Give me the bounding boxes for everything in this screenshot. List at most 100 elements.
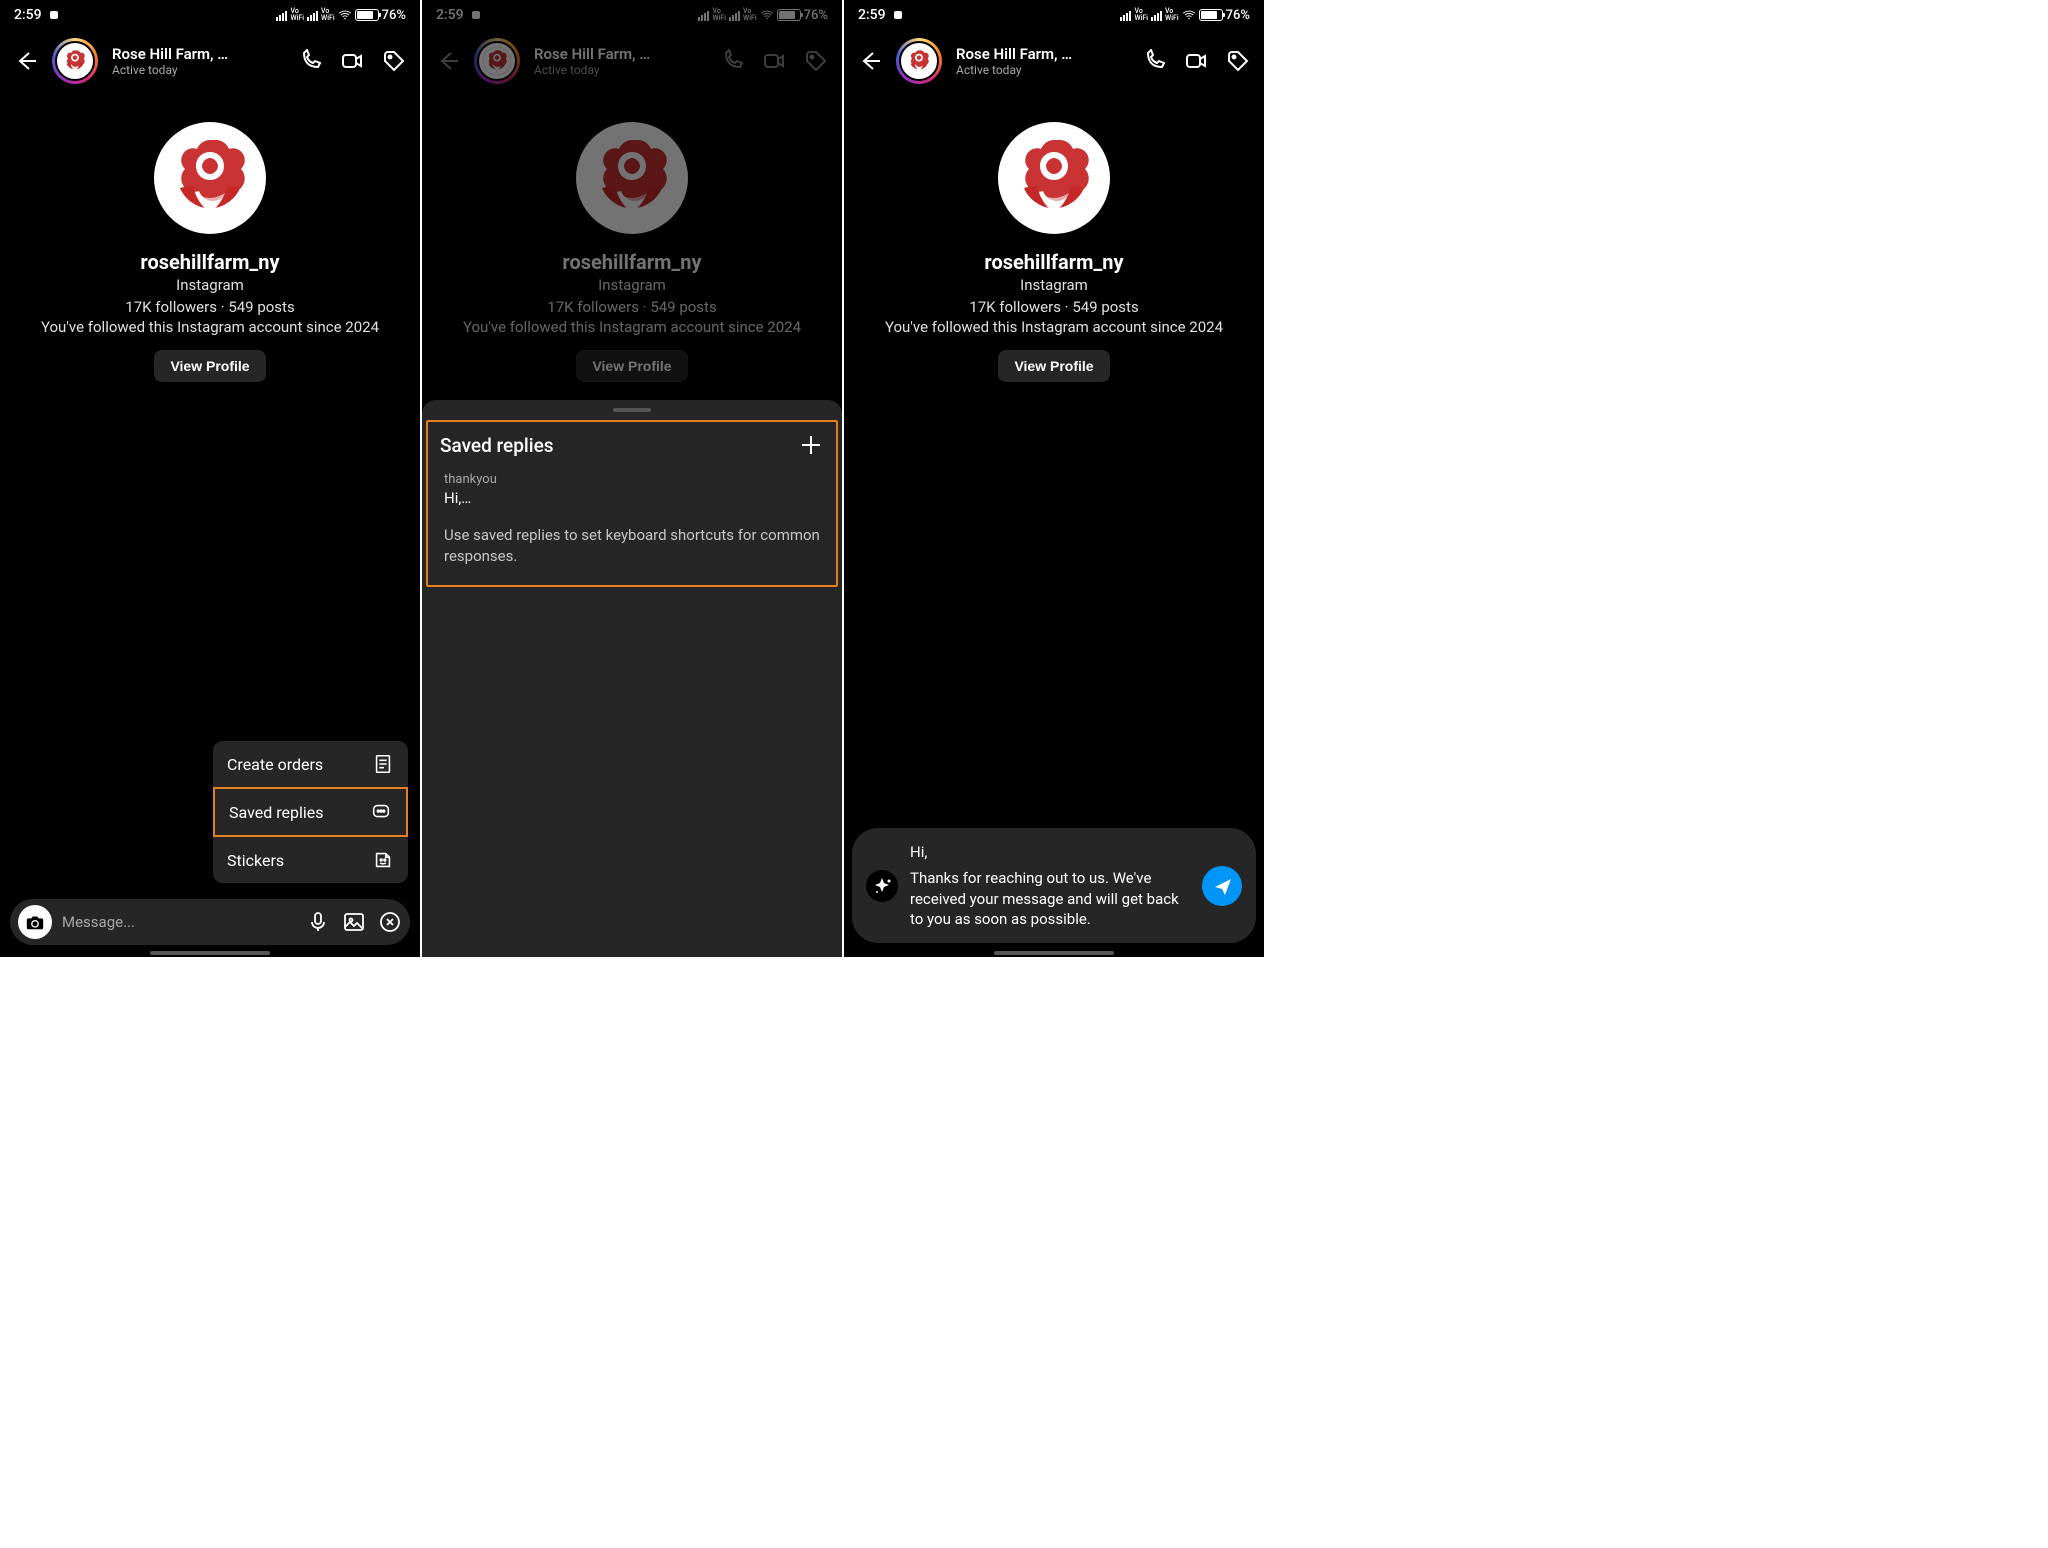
video-call-icon[interactable] <box>340 49 364 73</box>
chat-title: Rose Hill Farm, … <box>112 45 284 63</box>
saved-reply-shortcut[interactable]: thankyou <box>444 472 824 487</box>
message-input-bar: Message... <box>10 899 410 945</box>
profile-stats: 17K followers · 549 posts <box>844 298 1264 316</box>
tag-icon[interactable] <box>1226 49 1250 73</box>
add-reply-icon[interactable] <box>798 432 824 458</box>
vowifi-icon: VoWiFi <box>321 8 335 22</box>
chat-header: Rose Hill Farm, … Active today <box>844 30 1264 92</box>
saved-reply-hint: Use saved replies to set keyboard shortc… <box>444 525 824 567</box>
phone-screenshot-1: 2:59 VoWiFi VoWiFi 76% Rose Hill Farm, …… <box>0 0 420 957</box>
popup-item-label: Create orders <box>227 755 323 774</box>
profile-username: rosehillfarm_ny <box>0 250 420 274</box>
send-button[interactable] <box>1202 866 1242 906</box>
profile-avatar[interactable] <box>998 122 1110 234</box>
tag-icon[interactable] <box>382 49 406 73</box>
view-profile-button[interactable]: View Profile <box>154 350 265 382</box>
message-input[interactable]: Message... <box>62 913 296 931</box>
camera-icon <box>25 912 45 932</box>
wifi-icon <box>1182 8 1196 22</box>
battery-percent: 76% <box>382 8 406 23</box>
profile-summary: rosehillfarm_ny Instagram 17K followers … <box>422 92 842 382</box>
status-time: 2:59 <box>14 7 42 23</box>
notification-dot-icon <box>472 11 480 19</box>
profile-platform: Instagram <box>844 276 1264 294</box>
popup-item-label: Saved replies <box>229 803 323 822</box>
saved-reply-preview[interactable]: Hi,… <box>444 489 824 507</box>
signal-icon <box>729 9 740 21</box>
profile-avatar[interactable] <box>154 122 266 234</box>
call-icon[interactable] <box>1142 49 1166 73</box>
signal-icon <box>276 9 287 21</box>
battery-percent: 76% <box>804 8 828 23</box>
sheet-drag-handle[interactable] <box>613 408 651 412</box>
profile-username: rosehillfarm_ny <box>844 250 1264 274</box>
status-bar: 2:59 VoWiFi VoWiFi 76% <box>844 0 1264 30</box>
chat-bubble-icon <box>370 801 392 823</box>
profile-platform: Instagram <box>0 276 420 294</box>
vowifi-icon: VoWiFi <box>1134 8 1148 22</box>
chat-title: Rose Hill Farm, … <box>534 45 706 63</box>
back-icon <box>436 49 460 73</box>
sticker-icon <box>372 849 394 871</box>
popup-stickers[interactable]: Stickers <box>213 837 408 883</box>
camera-button[interactable] <box>18 905 52 939</box>
mic-icon[interactable] <box>306 910 330 934</box>
notification-dot-icon <box>894 11 902 19</box>
profile-username: rosehillfarm_ny <box>422 250 842 274</box>
wifi-icon <box>338 8 352 22</box>
compose-bubble: Hi, Thanks for reaching out to us. We've… <box>852 828 1256 943</box>
ai-sparkle-button[interactable] <box>866 870 898 902</box>
vowifi-icon: VoWiFi <box>1165 8 1179 22</box>
avatar-story-ring <box>474 38 520 84</box>
chat-header: Rose Hill Farm, … Active today <box>0 30 420 92</box>
avatar-story-ring[interactable] <box>52 38 98 84</box>
compose-body: Thanks for reaching out to us. We've rec… <box>910 868 1190 929</box>
chat-title-block[interactable]: Rose Hill Farm, … Active today <box>112 45 284 77</box>
attachment-popup: Create orders Saved replies Stickers <box>213 741 408 883</box>
signal-icon <box>307 9 318 21</box>
status-time: 2:59 <box>858 7 886 23</box>
battery-percent: 76% <box>1226 8 1250 23</box>
video-call-icon <box>762 49 786 73</box>
close-circle-icon[interactable] <box>378 910 402 934</box>
view-profile-button: View Profile <box>576 350 687 382</box>
popup-saved-replies[interactable]: Saved replies <box>213 787 408 837</box>
home-indicator[interactable] <box>150 951 270 955</box>
profile-stats: 17K followers · 549 posts <box>422 298 842 316</box>
view-profile-button[interactable]: View Profile <box>998 350 1109 382</box>
video-call-icon[interactable] <box>1184 49 1208 73</box>
compose-text[interactable]: Hi, Thanks for reaching out to us. We've… <box>910 842 1190 929</box>
chat-title-block[interactable]: Rose Hill Farm, … Active today <box>956 45 1128 77</box>
profile-stats: 17K followers · 549 posts <box>0 298 420 316</box>
call-icon[interactable] <box>298 49 322 73</box>
status-time: 2:59 <box>436 7 464 23</box>
saved-replies-highlight-box: Saved replies thankyou Hi,… Use saved re… <box>426 420 838 587</box>
status-bar: 2:59 VoWiFi VoWiFi 76% <box>0 0 420 30</box>
chat-subtitle: Active today <box>534 63 706 77</box>
gallery-icon[interactable] <box>342 910 366 934</box>
home-indicator[interactable] <box>994 951 1114 955</box>
status-bar: 2:59 VoWiFi VoWiFi 76% <box>422 0 842 30</box>
back-icon[interactable] <box>14 49 38 73</box>
phone-screenshot-2: 2:59 VoWiFi VoWiFi 76% Rose Hill Farm, …… <box>422 0 842 957</box>
profile-avatar <box>576 122 688 234</box>
compose-line1: Hi, <box>910 842 1190 862</box>
saved-replies-sheet: Saved replies thankyou Hi,… Use saved re… <box>422 400 842 957</box>
sparkle-icon <box>872 876 892 896</box>
profile-summary: rosehillfarm_ny Instagram 17K followers … <box>844 92 1264 382</box>
profile-followed-since: You've followed this Instagram account s… <box>844 318 1264 336</box>
battery-icon <box>777 9 801 21</box>
popup-item-label: Stickers <box>227 851 284 870</box>
avatar-story-ring[interactable] <box>896 38 942 84</box>
popup-create-orders[interactable]: Create orders <box>213 741 408 787</box>
receipt-icon <box>372 753 394 775</box>
battery-icon <box>1199 9 1223 21</box>
signal-icon <box>698 9 709 21</box>
profile-summary: rosehillfarm_ny Instagram 17K followers … <box>0 92 420 382</box>
back-icon[interactable] <box>858 49 882 73</box>
chat-header: Rose Hill Farm, … Active today <box>422 30 842 92</box>
profile-followed-since: You've followed this Instagram account s… <box>0 318 420 336</box>
vowifi-icon: VoWiFi <box>290 8 304 22</box>
chat-subtitle: Active today <box>956 63 1128 77</box>
chat-title: Rose Hill Farm, … <box>956 45 1128 63</box>
